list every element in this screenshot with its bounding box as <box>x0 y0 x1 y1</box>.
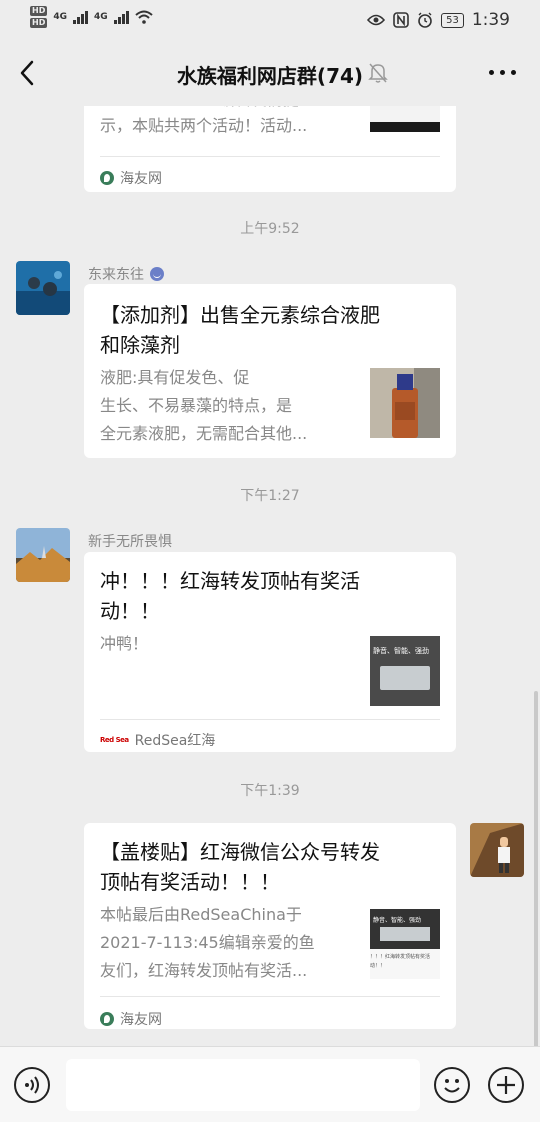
card-description: 本帖最后由RedSeaChina于 <box>100 905 302 924</box>
wifi-icon <box>134 10 153 24</box>
card-thumbnail: 静音、智能、强劲 <box>370 636 440 706</box>
more-dots-icon[interactable] <box>489 70 516 75</box>
avatar[interactable] <box>470 823 524 877</box>
card-thumbnail <box>370 106 440 132</box>
avatar[interactable] <box>16 528 70 582</box>
card-title: 动！！ <box>100 599 160 623</box>
timestamp: 下午1:39 <box>240 783 300 799</box>
battery-indicator: 53 <box>441 12 464 28</box>
thumb-text: 静音、智能、强劲 <box>373 917 422 924</box>
link-card[interactable]: 冲！！！红海转发顶帖有奖活 动！！ 冲鸭！ 静音、智能、强劲 Red Sea R… <box>84 552 456 752</box>
chat-header: 水族福利网店群(74) <box>0 40 540 106</box>
voice-icon <box>25 1076 39 1094</box>
sender-name-row: 东来东往 <box>88 264 164 284</box>
card-thumbnail: 静音、智能、强劲 ！！！红海转发顶帖有奖活动！！ <box>370 909 440 979</box>
timestamp: 下午1:27 <box>240 488 300 504</box>
card-title: 和除藻剂 <box>100 333 180 357</box>
card-source: Red Sea RedSea红海 <box>100 730 215 750</box>
network-type: 4G <box>53 12 67 22</box>
plus-icon <box>497 1076 515 1094</box>
emoji-button[interactable] <box>434 1067 470 1103</box>
status-right: 53 1:39 <box>367 10 510 30</box>
card-title: 【添加剂】出售全元素综合液肥 <box>100 303 380 327</box>
avatar[interactable] <box>16 261 70 315</box>
sender-name: 东来东往 <box>88 267 144 283</box>
mute-bell-icon <box>368 63 388 83</box>
divider <box>100 156 440 157</box>
source-name: 海友网 <box>120 171 162 187</box>
card-title: 冲！！！红海转发顶帖有奖活 <box>100 569 360 593</box>
status-bar: HD HD 4G 4G 53 1:39 <box>0 0 540 40</box>
message-list[interactable]: 2021-7-808:37编辑友情提 示，本贴共两个活动！活动... 海友网 上… <box>0 106 540 1046</box>
haiyou-logo-icon <box>100 171 114 185</box>
scrollbar[interactable] <box>534 691 538 1046</box>
link-card[interactable]: 【盖楼贴】红海微信公众号转发 顶帖有奖活动！！！ 本帖最后由RedSeaChin… <box>84 823 456 1029</box>
source-name: 海友网 <box>120 1012 162 1028</box>
hd-indicators: HD HD <box>30 6 48 28</box>
card-title: 顶帖有奖活动！！！ <box>100 870 280 894</box>
card-description: 2021-7-113:45编辑亲爱的鱼 <box>100 933 315 952</box>
divider <box>100 996 440 997</box>
card-source: 海友网 <box>100 168 162 188</box>
signal-icon <box>113 10 129 24</box>
more-functions-button[interactable] <box>488 1067 524 1103</box>
hd-badge: HD <box>30 6 48 16</box>
voice-button[interactable] <box>14 1067 50 1103</box>
nfc-icon <box>393 12 409 28</box>
haiyou-logo-icon <box>100 1012 114 1026</box>
redsea-logo: Red Sea <box>100 736 129 744</box>
card-title: 【盖楼贴】红海微信公众号转发 <box>100 840 380 864</box>
card-description: 冲鸭！ <box>100 634 149 653</box>
divider <box>100 719 440 720</box>
emoji-icon <box>444 1079 460 1093</box>
card-thumbnail <box>370 368 440 438</box>
chat-title: 水族福利网店群(74) <box>176 64 364 88</box>
sender-name: 新手无所畏惧 <box>88 534 172 550</box>
card-description: 液肥:具有促发色、促 <box>100 368 250 387</box>
clock: 1:39 <box>471 10 510 30</box>
sender-name-row: 新手无所畏惧 <box>88 531 172 551</box>
hd-badge: HD <box>30 18 48 28</box>
card-source: 海友网 <box>100 1009 162 1029</box>
timestamp: 上午9:52 <box>240 221 300 237</box>
smile-emoji-icon <box>150 267 164 281</box>
status-left: HD HD 4G 4G <box>30 6 153 28</box>
thumb-caption: ！！！红海转发顶帖有奖活动！！ <box>370 954 431 969</box>
card-description: 全元素液肥，无需配合其他... <box>100 424 308 443</box>
thumb-text: 静音、智能、强劲 <box>373 647 429 655</box>
message-input[interactable] <box>66 1059 420 1111</box>
input-bar <box>0 1046 540 1122</box>
link-card[interactable]: 2021-7-808:37编辑友情提 示，本贴共两个活动！活动... 海友网 <box>84 106 456 192</box>
signal-icon <box>73 10 88 24</box>
network-type: 4G <box>94 12 108 22</box>
link-card[interactable]: 【添加剂】出售全元素综合液肥 和除藻剂 液肥:具有促发色、促 生长、不易暴藻的特… <box>84 284 456 458</box>
card-description: 友们，红海转发顶帖有奖活... <box>100 961 308 980</box>
source-name: RedSea红海 <box>134 733 216 749</box>
eye-icon <box>367 14 386 26</box>
card-description: 生长、不易暴藻的特点，是 <box>100 396 293 415</box>
alarm-icon <box>418 12 432 28</box>
card-description: 示，本贴共两个活动！活动... <box>100 116 308 135</box>
